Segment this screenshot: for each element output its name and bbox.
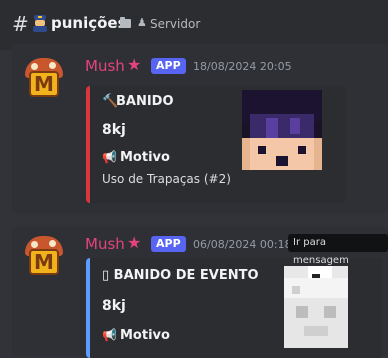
person-icon: ♟: [137, 16, 147, 29]
embed-field-name: 📢 Motivo: [102, 150, 170, 165]
embed-field-name: 📢 Motivo: [102, 328, 170, 343]
channel-header: # punições ♟ Servidor: [0, 0, 388, 50]
embed-title-text: BANIDO: [116, 94, 174, 109]
folder-icon: [120, 17, 131, 28]
avatar-cap-spot: [31, 241, 38, 248]
avatar-letter: M: [29, 249, 59, 275]
embed-title: 🔨BANIDO: [102, 94, 174, 109]
author-name[interactable]: Mush: [85, 235, 125, 253]
megaphone-icon: 📢: [102, 328, 117, 342]
avatar[interactable]: M: [22, 56, 66, 100]
embed-field-value: Uso de Trapaças (#2): [102, 172, 231, 186]
hammer-icon: 🔨: [102, 94, 119, 109]
megaphone-icon: 📢: [102, 150, 117, 164]
author-name[interactable]: Mush: [85, 57, 125, 75]
timestamp[interactable]: 18/08/2024 20:05: [193, 60, 292, 73]
avatar-cap-spot: [49, 240, 56, 247]
star-icon: ★: [127, 233, 142, 252]
app-badge: APP: [151, 58, 186, 74]
app-badge: APP: [151, 236, 186, 252]
player-skin-thumbnail[interactable]: [284, 266, 348, 348]
server-label: Servidor: [150, 17, 201, 31]
avatar[interactable]: M: [22, 234, 66, 278]
timestamp[interactable]: 06/08/2024 00:18: [193, 238, 292, 251]
player-skin-thumbnail[interactable]: [242, 90, 322, 170]
avatar-cap-spot: [31, 63, 38, 70]
channel-hash-icon: #: [12, 12, 29, 36]
star-icon: ★: [127, 55, 142, 74]
embed-field-label: Motivo: [120, 328, 170, 343]
police-officer-icon: [33, 15, 47, 32]
embed-player-name: 8kj: [102, 298, 126, 314]
avatar-letter: M: [29, 71, 59, 97]
avatar-cap-spot: [49, 62, 56, 69]
embed-title: ▯ BANIDO DE EVENTO: [102, 268, 259, 283]
channel-name: punições: [51, 14, 127, 32]
embed-field-label: Motivo: [120, 150, 170, 165]
jump-to-message-tooltip: Ir para mensagem: [288, 234, 388, 266]
embed-player-name: 8kj: [102, 122, 126, 138]
